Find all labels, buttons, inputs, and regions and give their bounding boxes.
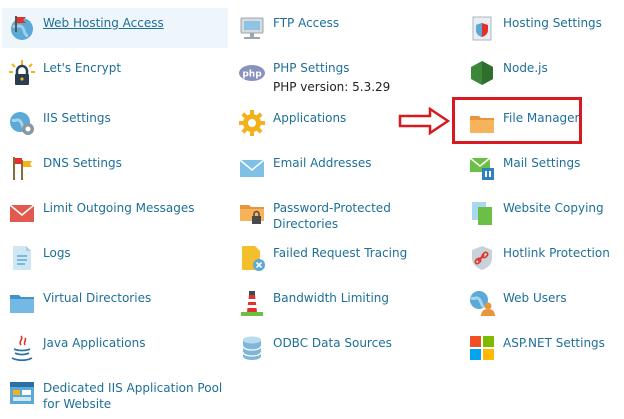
gear-icon [239, 110, 265, 136]
item-label: DNS Settings [43, 156, 122, 170]
globe-flag-icon [11, 16, 33, 40]
item-label: Applications [273, 111, 347, 125]
blue-folder-icon [10, 295, 34, 313]
item-label: Java Applications [43, 336, 146, 350]
item-lets-encrypt[interactable]: Let's Encrypt [2, 53, 228, 93]
envelope-icon [239, 159, 265, 177]
red-arrow-annotation [398, 107, 450, 135]
file-manager-highlight-box [452, 97, 582, 144]
item-logs[interactable]: Logs [2, 238, 228, 278]
java-cup-icon [11, 335, 33, 362]
item-dns-settings[interactable]: DNS Settings [2, 148, 228, 188]
item-label: Email Addresses [273, 156, 372, 170]
globe-user-icon [470, 291, 495, 316]
item-label: Password-Protected Directories [273, 201, 391, 231]
ftp-monitor-icon [240, 17, 264, 39]
item-label: PHP Settings PHP version: 5.3.29 [273, 60, 390, 95]
item-web-users[interactable]: Web Users [462, 283, 622, 323]
item-hotlink-protection[interactable]: Hotlink Protection [462, 238, 622, 278]
link-shield-icon [472, 246, 492, 270]
item-email-addresses[interactable]: Email Addresses [232, 148, 432, 188]
item-label: Hotlink Protection [503, 246, 610, 260]
item-password-protected-directories[interactable]: Password-Protected Directories [232, 193, 452, 233]
lighthouse-icon [241, 291, 263, 316]
item-label: ODBC Data Sources [273, 336, 392, 350]
item-mail-settings[interactable]: Mail Settings [462, 148, 622, 188]
windows-logo-icon [470, 336, 494, 360]
item-dedicated-iis-application-pool[interactable]: Dedicated IIS Application Pool for Websi… [2, 373, 228, 417]
flags-icon [13, 157, 32, 180]
item-ftp-access[interactable]: FTP Access [232, 8, 432, 48]
copy-pages-icon [472, 202, 492, 225]
item-php-settings[interactable]: php PHP Settings PHP version: 5.3.29 [232, 53, 432, 97]
shield-document-icon [472, 16, 492, 41]
item-iis-settings[interactable]: IIS Settings [2, 103, 228, 143]
svg-text:php: php [242, 70, 262, 80]
mail-settings-icon [469, 157, 494, 180]
item-web-hosting-access[interactable]: Web Hosting Access [2, 8, 228, 48]
item-website-copying[interactable]: Website Copying [462, 193, 622, 233]
item-aspnet-settings[interactable]: ASP.NET Settings [462, 328, 622, 368]
item-label: Hosting Settings [503, 16, 602, 30]
locked-folder-icon [240, 205, 264, 224]
failed-trace-icon [242, 246, 265, 271]
php-settings-label: PHP Settings [273, 61, 350, 75]
item-label: Website Copying [503, 201, 604, 215]
item-label: Web Hosting Access [43, 16, 164, 30]
lock-sun-icon [9, 60, 35, 85]
php-version-text: PHP version: 5.3.29 [273, 80, 391, 94]
item-label: Logs [43, 246, 71, 260]
database-icon [242, 336, 262, 360]
item-odbc-data-sources[interactable]: ODBC Data Sources [232, 328, 432, 368]
item-label: ASP.NET Settings [503, 336, 605, 350]
item-label: IIS Settings [43, 111, 111, 125]
app-pool-icon [10, 382, 34, 404]
red-envelope-icon [9, 204, 35, 222]
item-failed-request-tracing[interactable]: Failed Request Tracing [232, 238, 432, 278]
item-label: Web Users [503, 291, 567, 305]
item-label: Let's Encrypt [43, 61, 122, 75]
log-document-icon [13, 246, 31, 270]
item-bandwidth-limiting[interactable]: Bandwidth Limiting [232, 283, 432, 323]
item-java-applications[interactable]: Java Applications [2, 328, 228, 368]
item-label: Limit Outgoing Messages [43, 201, 195, 215]
item-virtual-directories[interactable]: Virtual Directories [2, 283, 228, 323]
item-label: Virtual Directories [43, 291, 152, 305]
item-label: Mail Settings [503, 156, 581, 170]
item-label: Dedicated IIS Application Pool for Websi… [43, 381, 223, 411]
globe-gear-icon [10, 112, 34, 135]
item-label: Bandwidth Limiting [273, 291, 390, 305]
item-label: FTP Access [273, 16, 340, 30]
nodejs-hexagon-icon [471, 61, 493, 85]
php-icon: php [239, 65, 265, 81]
item-label: Node.js [503, 61, 548, 75]
item-limit-outgoing-messages[interactable]: Limit Outgoing Messages [2, 193, 228, 233]
item-label: Failed Request Tracing [273, 246, 408, 260]
item-hosting-settings[interactable]: Hosting Settings [462, 8, 622, 48]
item-nodejs[interactable]: Node.js [462, 53, 622, 93]
